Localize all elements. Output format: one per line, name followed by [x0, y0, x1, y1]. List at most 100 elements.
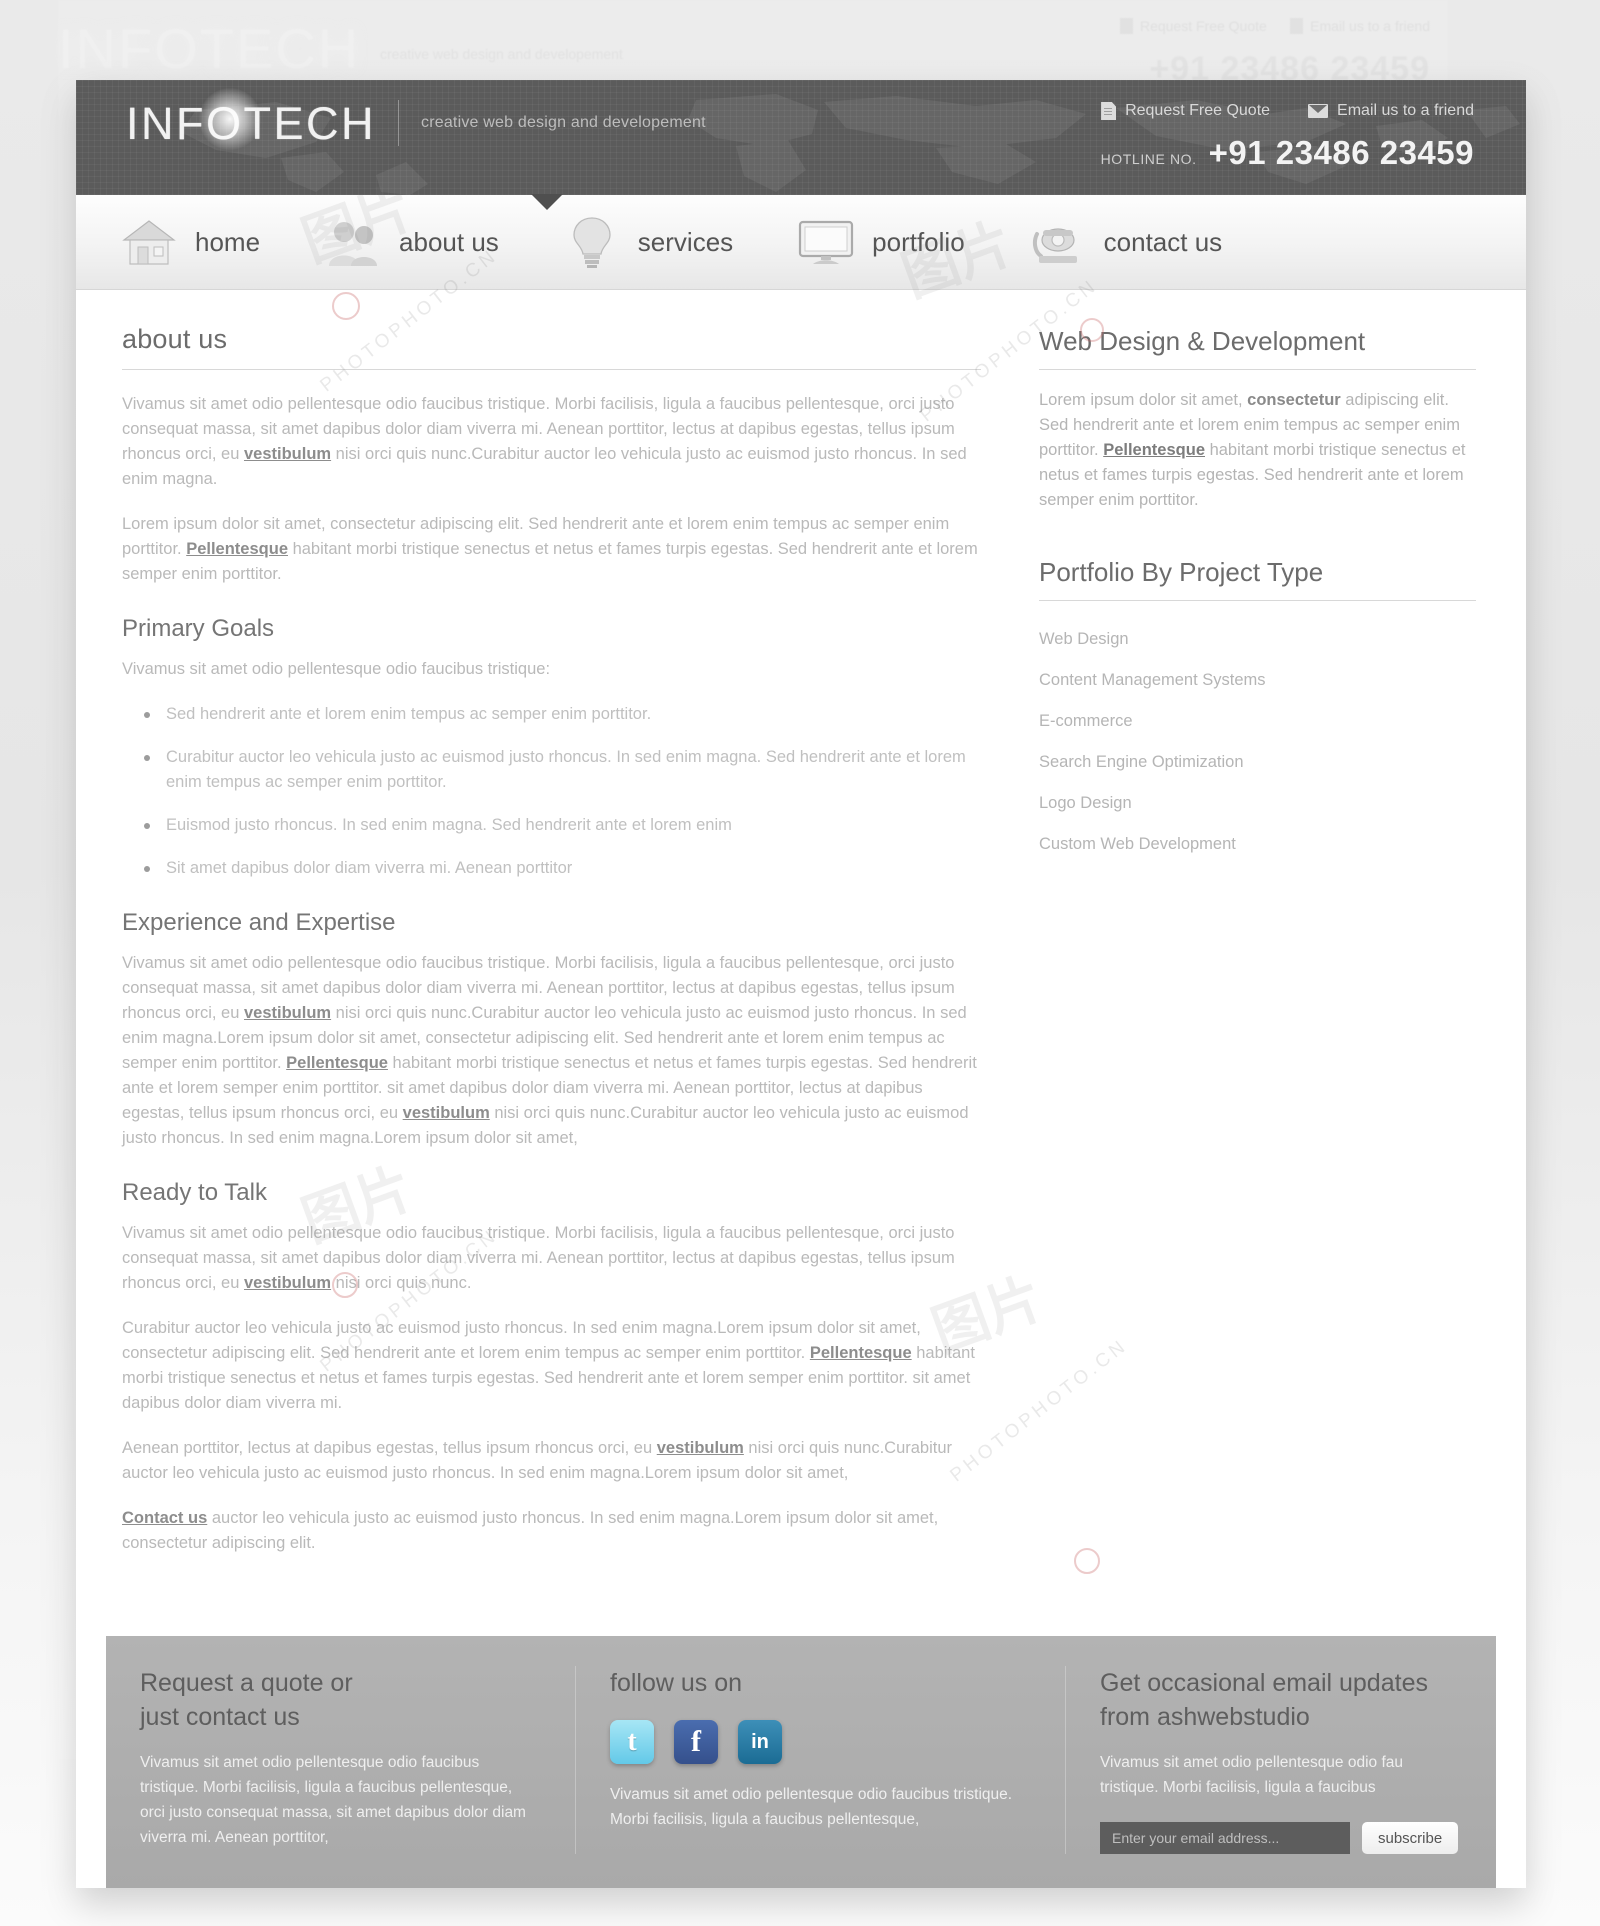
nav-item-home[interactable]: home — [118, 214, 260, 270]
email-field[interactable] — [1100, 1822, 1350, 1854]
intro-paragraph-2: Lorem ipsum dolor sit amet, consectetur … — [122, 512, 981, 587]
pellentesque-link[interactable]: Pellentesque — [286, 1054, 388, 1072]
ghost-top-links: Request Free Quote Email us to a friend — [1119, 18, 1430, 34]
vestibulum-link[interactable]: vestibulum — [244, 445, 331, 463]
mail-icon — [1308, 104, 1329, 118]
site-shell: INFOTECH creative web design and develop… — [76, 80, 1526, 1888]
experience-paragraph: Vivamus sit amet odio pellentesque odio … — [122, 951, 981, 1151]
footer-newsletter-title: Get occasional email updates from ashweb… — [1100, 1666, 1462, 1734]
sidebar-item-search-engine-optimization[interactable]: Search Engine Optimization — [1039, 742, 1476, 783]
footer-quote-title: Request a quote or just contact us — [140, 1666, 541, 1734]
footer-newsletter-title-line1: Get occasional email updates — [1100, 1669, 1428, 1697]
sidebar-item-web-design[interactable]: Web Design — [1039, 619, 1476, 660]
vestibulum-link[interactable]: vestibulum — [403, 1104, 490, 1122]
linkedin-glyph: in — [751, 1730, 769, 1753]
ghost-email-friend-label: Email us to a friend — [1310, 18, 1430, 34]
talk-paragraph-4: Contact us auctor leo vehicula justo ac … — [122, 1506, 981, 1556]
talk1-text-b: nisi orci quis nunc. — [331, 1274, 472, 1292]
header-links: Request Free Quote Email us to a friend — [1101, 102, 1474, 120]
ghost-mail-icon — [1290, 18, 1304, 34]
ghost-document-icon — [1119, 18, 1133, 34]
list-item: Sit amet dapibus dolor diam viverra mi. … — [144, 856, 981, 881]
list-item: Sed hendrerit ante et lorem enim tempus … — [144, 702, 981, 727]
footer-quote-title-line1: Request a quote or — [140, 1669, 353, 1697]
ready-to-talk-heading: Ready to Talk — [122, 1179, 267, 1206]
hotline-label: HOTLINE NO. — [1100, 151, 1197, 167]
portfolio-type-list: Web Design Content Management Systems E-… — [1039, 619, 1476, 865]
email-us-to-a-friend-link[interactable]: Email us to a friend — [1308, 102, 1474, 120]
logo-block[interactable]: INFOTECH creative web design and develop… — [126, 87, 706, 150]
talk-paragraph-3: Aenean porttitor, lectus at dapibus eges… — [122, 1436, 981, 1486]
nav-label-portfolio: portfolio — [872, 226, 965, 257]
site-header: INFOTECH creative web design and develop… — [76, 80, 1526, 195]
talk2-text-a: Curabitur auctor leo vehicula justo ac e… — [122, 1319, 921, 1362]
sidebar: Web Design & Development Lorem ipsum dol… — [1021, 314, 1526, 1636]
page-body: about us Vivamus sit amet odio pellentes… — [76, 290, 1526, 1636]
subscribe-row: subscribe — [1100, 1822, 1462, 1854]
pellentesque-link[interactable]: Pellentesque — [1103, 441, 1205, 459]
nav-label-contact-us: contact us — [1103, 226, 1223, 257]
primary-goals-list: Sed hendrerit ante et lorem enim tempus … — [144, 702, 981, 881]
nav-item-portfolio[interactable]: portfolio — [795, 214, 965, 270]
nav-item-services[interactable]: services — [561, 214, 733, 270]
facebook-icon[interactable]: f — [674, 1720, 718, 1764]
web-design-heading: Web Design & Development — [1039, 326, 1476, 370]
request-free-quote-label: Request Free Quote — [1125, 102, 1271, 119]
primary-goals-intro: Vivamus sit amet odio pellentesque odio … — [122, 660, 551, 678]
nav-label-home: home — [195, 226, 261, 257]
talk3-text-a: Aenean porttitor, lectus at dapibus eges… — [122, 1439, 657, 1457]
footer-newsletter-title-line2: from ashwebstudio — [1100, 1703, 1310, 1731]
footer-follow-column: follow us on t f in Vivamus sit amet odi… — [576, 1666, 1066, 1854]
people-icon — [322, 214, 384, 270]
sidebar-item-custom-web-development[interactable]: Custom Web Development — [1039, 824, 1476, 865]
pellentesque-link[interactable]: Pellentesque — [810, 1344, 912, 1362]
social-links: t f in — [610, 1720, 1031, 1764]
footer-quote-column: Request a quote or just contact us Vivam… — [106, 1666, 576, 1854]
sidebar-item-e-commerce[interactable]: E-commerce — [1039, 701, 1476, 742]
footer-quote-text: Vivamus sit amet odio pellentesque odio … — [140, 1754, 526, 1846]
wd-text-a: Lorem ipsum dolor sit amet, — [1039, 391, 1248, 409]
twitter-glyph: t — [627, 1726, 637, 1757]
vestibulum-link[interactable]: vestibulum — [657, 1439, 744, 1457]
pellentesque-link[interactable]: Pellentesque — [186, 540, 288, 558]
hotline-number: +91 23486 23459 — [1208, 134, 1474, 171]
ghost-logo: INFOTECH — [58, 17, 361, 80]
telephone-icon — [1027, 214, 1089, 270]
list-item: Curabitur auctor leo vehicula justo ac e… — [144, 745, 981, 795]
vestibulum-link[interactable]: vestibulum — [244, 1274, 331, 1292]
monitor-icon — [795, 214, 857, 270]
page-canvas: INFOTECH creative web design and develop… — [0, 0, 1600, 1926]
logo-text: INFOTECH — [126, 97, 376, 149]
footer-follow-title: follow us on — [610, 1669, 743, 1697]
nav-active-caret-icon — [531, 194, 563, 210]
subscribe-button[interactable]: subscribe — [1362, 1822, 1459, 1854]
nav-item-contact-us[interactable]: contact us — [1027, 214, 1223, 270]
intro-paragraph-1: Vivamus sit amet odio pellentesque odio … — [122, 392, 981, 492]
twitter-icon[interactable]: t — [610, 1720, 654, 1764]
experience-heading: Experience and Expertise — [122, 909, 396, 936]
talk-paragraph-2: Curabitur auctor leo vehicula justo ac e… — [122, 1316, 981, 1416]
site-footer: Request a quote or just contact us Vivam… — [106, 1636, 1496, 1888]
facebook-glyph: f — [691, 1725, 701, 1758]
request-free-quote-link[interactable]: Request Free Quote — [1101, 102, 1270, 120]
wd-bold-text: consectetur — [1247, 391, 1341, 409]
logo-tagline: creative web design and developement — [421, 114, 706, 131]
nav-label-services: services — [637, 226, 734, 257]
nav-item-about-us[interactable]: about us — [322, 214, 499, 270]
sidebar-item-logo-design[interactable]: Logo Design — [1039, 783, 1476, 824]
sidebar-item-content-management-systems[interactable]: Content Management Systems — [1039, 660, 1476, 701]
talk4-text-b: auctor leo vehicula justo ac euismod jus… — [122, 1509, 939, 1552]
hotline-block: HOTLINE NO. +91 23486 23459 — [1101, 134, 1474, 172]
document-icon — [1101, 102, 1117, 120]
linkedin-icon[interactable]: in — [738, 1720, 782, 1764]
vestibulum-link[interactable]: vestibulum — [244, 1004, 331, 1022]
footer-follow-text: Vivamus sit amet odio pellentesque odio … — [610, 1786, 1013, 1828]
ghost-request-quote-label: Request Free Quote — [1139, 18, 1267, 34]
list-item: Euismod justo rhoncus. In sed enim magna… — [144, 813, 981, 838]
main-navigation: home about us services portfolio contact… — [76, 194, 1526, 290]
site-logo[interactable]: INFOTECH — [126, 87, 376, 150]
contact-us-link[interactable]: Contact us — [122, 1509, 207, 1527]
talk-paragraph-1: Vivamus sit amet odio pellentesque odio … — [122, 1221, 981, 1296]
logo-divider — [398, 100, 399, 146]
footer-newsletter-column: Get occasional email updates from ashweb… — [1066, 1666, 1496, 1854]
